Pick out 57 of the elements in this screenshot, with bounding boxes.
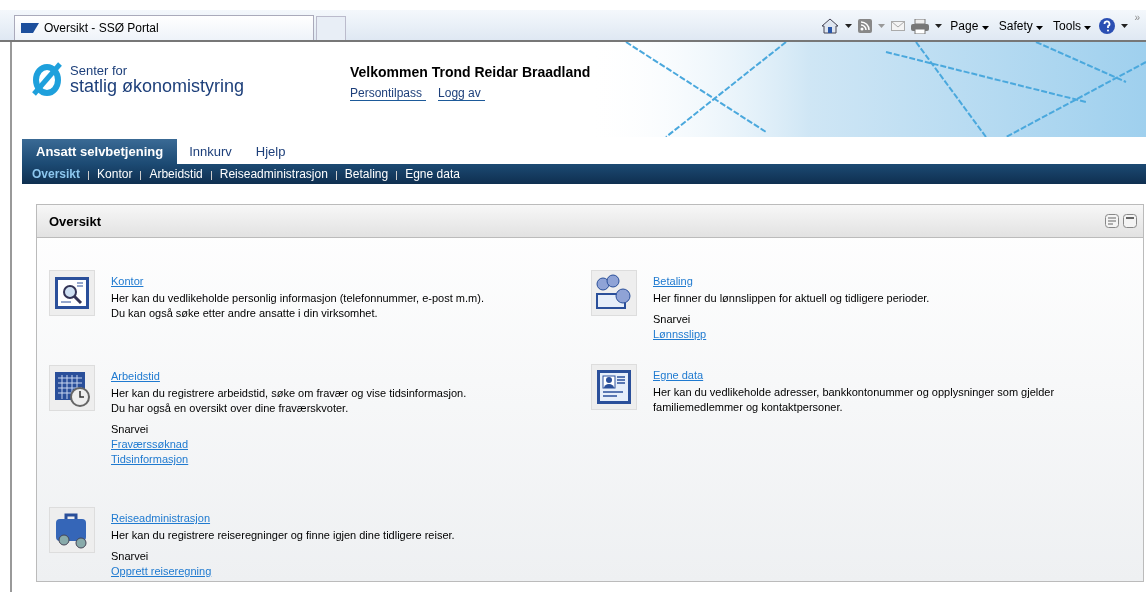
welcome-text: Velkommen Trond Reidar Braadland (350, 64, 591, 80)
logo-text: statlig økonomistyring (70, 76, 245, 95)
logo-text: Senter for (70, 63, 129, 77)
minimize-icon[interactable] (1123, 214, 1137, 228)
subnav-link[interactable]: Betaling (344, 167, 389, 181)
help-icon[interactable] (1099, 18, 1116, 34)
calendar-clock-icon[interactable] (49, 365, 95, 411)
section-link[interactable]: Egne data (653, 368, 704, 383)
section-description: Her kan du vedlikeholde adresser, bankkontonummer og opplysninger som gjelder (653, 385, 1055, 400)
section-link[interactable]: Betaling (653, 274, 693, 289)
printer-icon[interactable] (911, 18, 930, 34)
header-link[interactable]: Logg av (438, 86, 485, 101)
section-description: Her kan du vedlikeholde personlig informasjon (telefonnummer, e-post m.m). (111, 291, 484, 306)
section-description: Du kan også søke etter andre ansatte i din virksomhet. (111, 306, 379, 321)
subnav-link[interactable]: Kontor (97, 167, 133, 181)
header-link[interactable]: Persontilpass (350, 86, 427, 101)
subnav-link[interactable]: Reiseadministrasjon (219, 167, 328, 181)
caret-icon[interactable] (935, 24, 943, 28)
caret-icon (981, 26, 989, 30)
subnav-link[interactable]: Egne data (405, 167, 460, 181)
nav-tab[interactable]: Innkurv (177, 139, 244, 164)
browser-tab[interactable]: Oversikt - SSØ Portal (14, 15, 314, 40)
shortcut-link[interactable]: Lønnsslipp (653, 327, 707, 342)
shortcut-label: Snarvei (653, 312, 692, 327)
feed-icon[interactable] (858, 19, 873, 33)
caret-icon (1036, 26, 1044, 30)
section-description: Du har også en oversikt over dine fraværskvoter. (111, 401, 350, 416)
subnav-link[interactable]: Arbeidstid (149, 167, 203, 181)
section-link[interactable]: Kontor (111, 274, 144, 289)
panel-title: Oversikt (49, 213, 102, 229)
nav-tab[interactable]: Hjelp (243, 139, 298, 164)
home-icon[interactable] (821, 18, 840, 34)
options-icon[interactable] (1105, 214, 1119, 228)
toolbar-menu[interactable]: Tools (1051, 19, 1094, 33)
section-description: Her kan du registrere arbeidstid, søke om fravær og vise tidsinformasjon. (111, 386, 467, 401)
toolbar-menu[interactable]: Safety (996, 19, 1046, 33)
caret-icon (1084, 26, 1092, 30)
section-link[interactable]: Arbeidstid (111, 369, 160, 384)
toolbar-menu[interactable]: Page (948, 19, 991, 33)
caret-icon[interactable] (1121, 24, 1129, 28)
shortcut-label: Snarvei (111, 422, 150, 437)
subnav-link[interactable]: Oversikt (32, 167, 81, 181)
shortcut-label: Snarvei (111, 549, 150, 564)
shortcut-link[interactable]: Opprett reiseregning (111, 564, 212, 579)
coins-icon[interactable] (591, 270, 637, 316)
section-description: Her kan du registrere reiseregninger og finne igjen dine tidligere reiser. (111, 528, 455, 543)
section-description: Her finner du lønnslippen for aktuell og tidligere perioder. (653, 291, 930, 306)
section-link[interactable]: Reiseadministrasjon (111, 511, 211, 526)
nav-tab[interactable]: Ansatt selvbetjening (22, 139, 178, 164)
shortcut-link[interactable]: Fraværssøknad (111, 437, 189, 452)
shortcut-link[interactable]: Tidsinformasjon (111, 452, 189, 467)
logo-icon (32, 62, 62, 96)
document-search-icon[interactable] (49, 270, 95, 316)
id-card-icon[interactable] (591, 364, 637, 410)
section-description: familiemedlemmer og kontaktpersoner. (653, 400, 844, 415)
suitcase-icon[interactable] (49, 507, 95, 553)
caret-icon[interactable] (845, 24, 853, 28)
